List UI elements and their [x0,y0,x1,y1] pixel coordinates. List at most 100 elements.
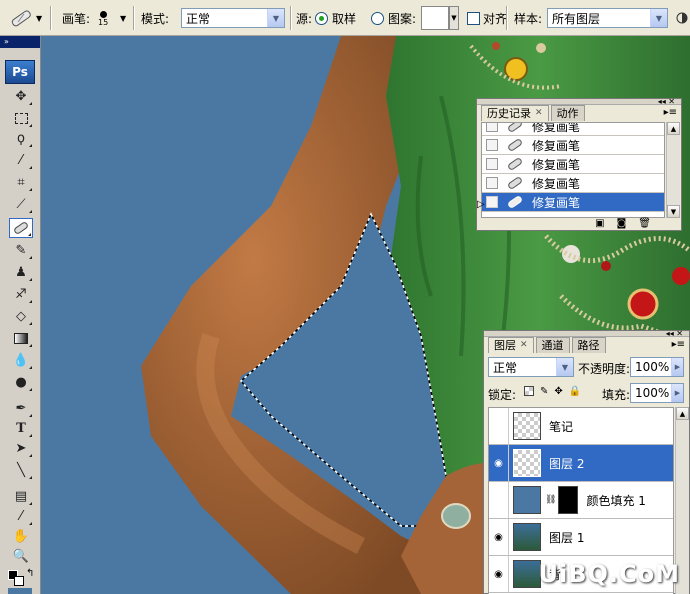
healing-brush-icon [508,139,522,151]
scroll-up-icon[interactable]: ▲ [676,407,689,420]
sample-value: 所有图层 [552,11,601,26]
layer-visibility-toggle[interactable] [489,408,509,444]
adjustment-layer-icon[interactable] [676,0,688,36]
pattern-swatch[interactable] [421,6,449,30]
chevron-right-icon[interactable]: ▶ [671,358,683,376]
brush-preset-picker[interactable]: 15 [98,0,108,36]
history-brush-tool-icon[interactable]: ♐ [9,284,33,304]
layer-row-color-fill[interactable]: ⛓ 颜色填充 1 [489,482,673,519]
mode-select[interactable]: 正常 ▼ [181,8,285,28]
history-source-checkbox[interactable] [486,177,498,189]
line-tool-icon[interactable]: ╲ [9,460,33,480]
fill-input[interactable]: 100% ▶ [630,383,684,403]
layer-row-layer-2[interactable]: ◉ 图层 2 [489,445,673,482]
lock-transparency-icon[interactable] [524,386,534,396]
history-state-pointer-icon: ▷ [477,199,485,210]
eye-icon[interactable]: ◉ [489,556,509,592]
close-icon[interactable]: ✕ [535,106,543,121]
checkbox-icon [467,11,480,25]
pen-tool-icon[interactable]: ✒ [9,398,33,418]
clone-stamp-tool-icon[interactable]: ♟ [9,262,33,282]
radio-checked-icon [315,11,328,25]
source-sampled-label: 取样 [332,11,357,26]
path-selection-tool-icon[interactable]: ➤ [9,438,33,458]
lock-position-icon[interactable]: ✥ [554,386,562,397]
history-item[interactable]: 修复画笔 [482,136,664,155]
options-bar: ▼ 画笔: 15 ▼ 模式: 正常 ▼ 源: 取样 图案: ▼ 对齐 样本: 所… [0,0,690,36]
document-canvas[interactable]: ◂◂ ✕ 历史记录 ✕ 动作 ▸≡ 修复画笔 修复画笔 修复画笔 修复画笔 修复… [41,36,690,594]
opacity-input[interactable]: 100% ▶ [630,357,684,377]
layer-visibility-toggle[interactable] [489,482,509,518]
panel-menu-icon[interactable]: ▸≡ [672,339,685,350]
history-source-checkbox[interactable] [486,123,498,132]
magic-wand-tool-icon[interactable]: ⁄ [9,150,33,170]
aligned-checkbox[interactable]: 对齐 [467,0,507,36]
new-document-from-state-icon[interactable]: ▣ [595,218,604,229]
healing-brush-tool-icon[interactable] [9,218,33,238]
sample-select[interactable]: 所有图层 ▼ [547,8,668,28]
marquee-tool-icon[interactable] [9,108,33,128]
tab-channels[interactable]: 通道 [535,337,570,353]
move-tool-icon[interactable]: ✥ [9,86,33,106]
eyedropper-tool-icon[interactable]: ⁄ [9,506,33,526]
notes-tool-icon[interactable]: ▤ [9,486,33,506]
quick-mask-mode-icon[interactable] [8,588,32,594]
healing-brush-tool-icon[interactable]: ▼ [8,0,42,36]
chevron-right-icon[interactable]: ▶ [671,384,683,402]
layer-row-layer-1[interactable]: ◉ 图层 1 [489,519,673,556]
lasso-tool-icon[interactable]: ϙ [9,128,33,148]
panel-menu-icon[interactable]: ▸≡ [664,107,677,118]
toolbox-grip[interactable]: » [0,36,40,48]
history-state-pointer-icon[interactable] [486,196,498,208]
type-tool-icon[interactable]: T [9,418,33,438]
chevron-down-icon: ▼ [650,9,667,27]
scroll-down-icon[interactable]: ▼ [667,205,680,218]
close-icon[interactable]: ✕ [520,338,528,353]
hand-tool-icon[interactable]: ✋ [9,526,33,546]
zoom-tool-icon[interactable]: 🔍 [9,546,33,566]
eraser-tool-icon[interactable]: ◇ [9,306,33,326]
fill-color-thumbnail [513,486,541,514]
brush-tool-icon[interactable]: ✎ [9,240,33,260]
history-item-selected[interactable]: 修复画笔 [482,193,664,212]
tab-layers[interactable]: 图层 ✕ [488,337,534,353]
dodge-tool-icon[interactable]: ● [9,372,33,392]
photoshop-logo[interactable]: Ps [5,60,35,84]
lock-all-icon[interactable]: 🔒 [569,386,581,397]
layer-row-notes[interactable]: 笔记 [489,408,673,445]
create-snapshot-icon[interactable]: ◙ [617,218,627,229]
source-sampled-radio[interactable]: 取样 [315,0,356,36]
blur-tool-icon[interactable]: 💧 [9,350,33,370]
source-pattern-radio[interactable]: 图案: [371,0,416,36]
brush-dropdown-arrow-icon[interactable]: ▼ [120,0,126,36]
blend-mode-select[interactable]: 正常 ▼ [488,357,574,377]
swap-colors-icon[interactable]: ↰ [26,568,34,579]
history-item[interactable]: 修复画笔 [482,155,664,174]
tab-actions[interactable]: 动作 [550,105,585,121]
eye-icon[interactable]: ◉ [489,445,509,481]
tab-history[interactable]: 历史记录 ✕ [481,105,549,121]
history-item[interactable]: 修复画笔 [482,123,664,136]
trash-icon[interactable]: 🗑 [638,218,651,229]
panel-collapse-icon[interactable]: ◂◂ ✕ [658,98,675,106]
eye-icon[interactable]: ◉ [489,519,509,555]
history-scrollbar[interactable]: ▲ ▼ [666,122,680,218]
gradient-tool-icon[interactable] [9,328,33,348]
background-color-swatch[interactable] [14,576,24,586]
brush-size: 15 [98,17,109,27]
slice-tool-icon[interactable]: ⟋ [9,194,33,214]
panel-collapse-icon[interactable]: ◂◂ ✕ [666,330,683,338]
layer-name: 图层 1 [549,530,585,545]
history-source-checkbox[interactable] [486,158,498,170]
history-item[interactable]: 修复画笔 [482,174,664,193]
crop-tool-icon[interactable]: ⌗ [9,172,33,192]
tab-paths[interactable]: 路径 [571,337,606,353]
link-chain-icon[interactable]: ⛓ [545,495,556,505]
blend-mode-value: 正常 [493,360,518,375]
layer-thumbnail [513,449,541,477]
history-source-checkbox[interactable] [486,139,498,151]
scroll-up-icon[interactable]: ▲ [667,122,680,135]
pattern-dropdown-arrow-icon[interactable]: ▼ [449,6,459,30]
lock-pixels-icon[interactable]: ✎ [540,386,548,397]
chevron-down-icon: ▼ [556,358,573,376]
